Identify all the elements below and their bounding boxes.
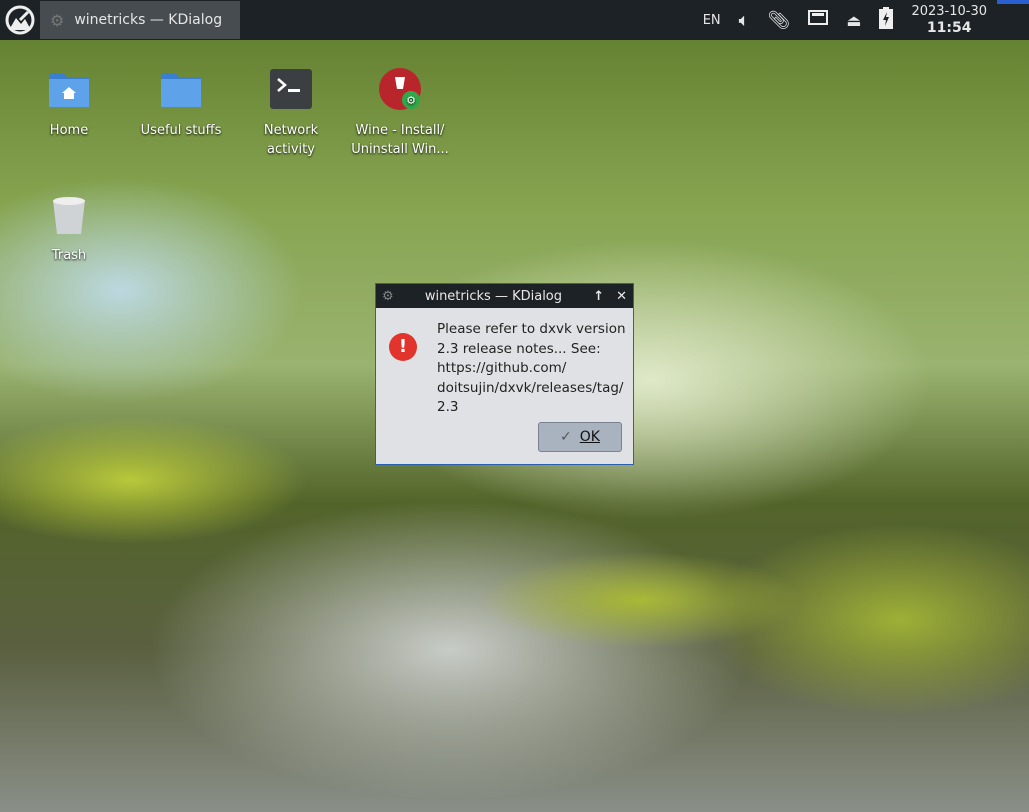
message-line: Please refer to dxvk version [437, 321, 626, 337]
svg-text:⚙: ⚙ [406, 94, 416, 107]
home-folder-icon [49, 73, 89, 107]
folder-icon [161, 73, 201, 107]
trash-icon [53, 197, 85, 234]
icon-label: Trash [51, 248, 87, 263]
message-line: https://github.com/ [437, 360, 567, 376]
desktop-icon-wine[interactable]: ⚙ Wine - Install/ Uninstall Win... [350, 67, 450, 159]
icon-label: Home [49, 123, 89, 138]
desktop-icon-home[interactable]: Home [19, 67, 119, 140]
eject-icon[interactable]: ⏏ [846, 11, 861, 30]
task-winetricks[interactable]: ⚙ winetricks — KDialog [40, 1, 240, 39]
close-button[interactable]: ✕ [616, 289, 627, 304]
kdialog-window: ⚙ winetricks — KDialog ↑ ✕ ! Please refe… [375, 283, 634, 465]
message-line: 2.3 release notes... See: [437, 340, 601, 357]
volume-icon[interactable]: 🔈︎ [739, 10, 750, 31]
checkmark-icon: ✓ [560, 429, 572, 445]
ok-label: OK [579, 429, 600, 445]
network-icon[interactable] [808, 10, 829, 30]
keep-above-button[interactable]: ↑ [593, 289, 604, 304]
terminal-icon [270, 69, 312, 109]
paperclip-icon[interactable]: 📎︎ [767, 10, 790, 31]
message-line: doitsujin/dxvk/releases/tag/ [437, 379, 624, 396]
launcher-logo-icon [5, 5, 35, 35]
time: 11:54 [926, 20, 972, 36]
wine-icon: ⚙ [379, 68, 421, 110]
error-icon: ! [389, 333, 417, 361]
taskbar: ⚙ winetricks — KDialog EN 🔈︎ 📎︎ ⏏ 2023-1… [0, 0, 1029, 40]
ok-button[interactable]: ✓ OK [538, 422, 622, 452]
gear-icon: ⚙ [50, 10, 65, 30]
dialog-titlebar[interactable]: ⚙ winetricks — KDialog ↑ ✕ [376, 284, 633, 308]
desktop-icon-trash[interactable]: Trash [19, 192, 119, 265]
keyboard-layout[interactable]: EN [703, 13, 721, 28]
icon-label: Useful stuffs [140, 123, 222, 138]
app-launcher[interactable] [0, 0, 40, 40]
clock[interactable]: 2023-10-30 11:54 [911, 4, 987, 36]
show-desktop-button[interactable] [997, 0, 1029, 40]
dialog-title: winetricks — KDialog [424, 288, 563, 304]
task-title: winetricks — KDialog [74, 12, 223, 28]
desktop-icon-useful-stuffs[interactable]: Useful stuffs [131, 67, 231, 140]
icon-label: Wine - Install/ Uninstall Win... [351, 123, 449, 157]
message-line: 2.3 [437, 399, 459, 415]
date: 2023-10-30 [911, 4, 987, 19]
dialog-message: Please refer to dxvk version 2.3 release… [437, 320, 626, 418]
battery-icon[interactable] [879, 7, 894, 33]
desktop-icon-network-activity[interactable]: Network activity [241, 67, 341, 159]
icon-label: Network activity [263, 123, 319, 157]
system-tray: EN 🔈︎ 📎︎ ⏏ 2023-10-30 11:54 [694, 0, 1029, 40]
gear-icon: ⚙ [382, 288, 394, 304]
